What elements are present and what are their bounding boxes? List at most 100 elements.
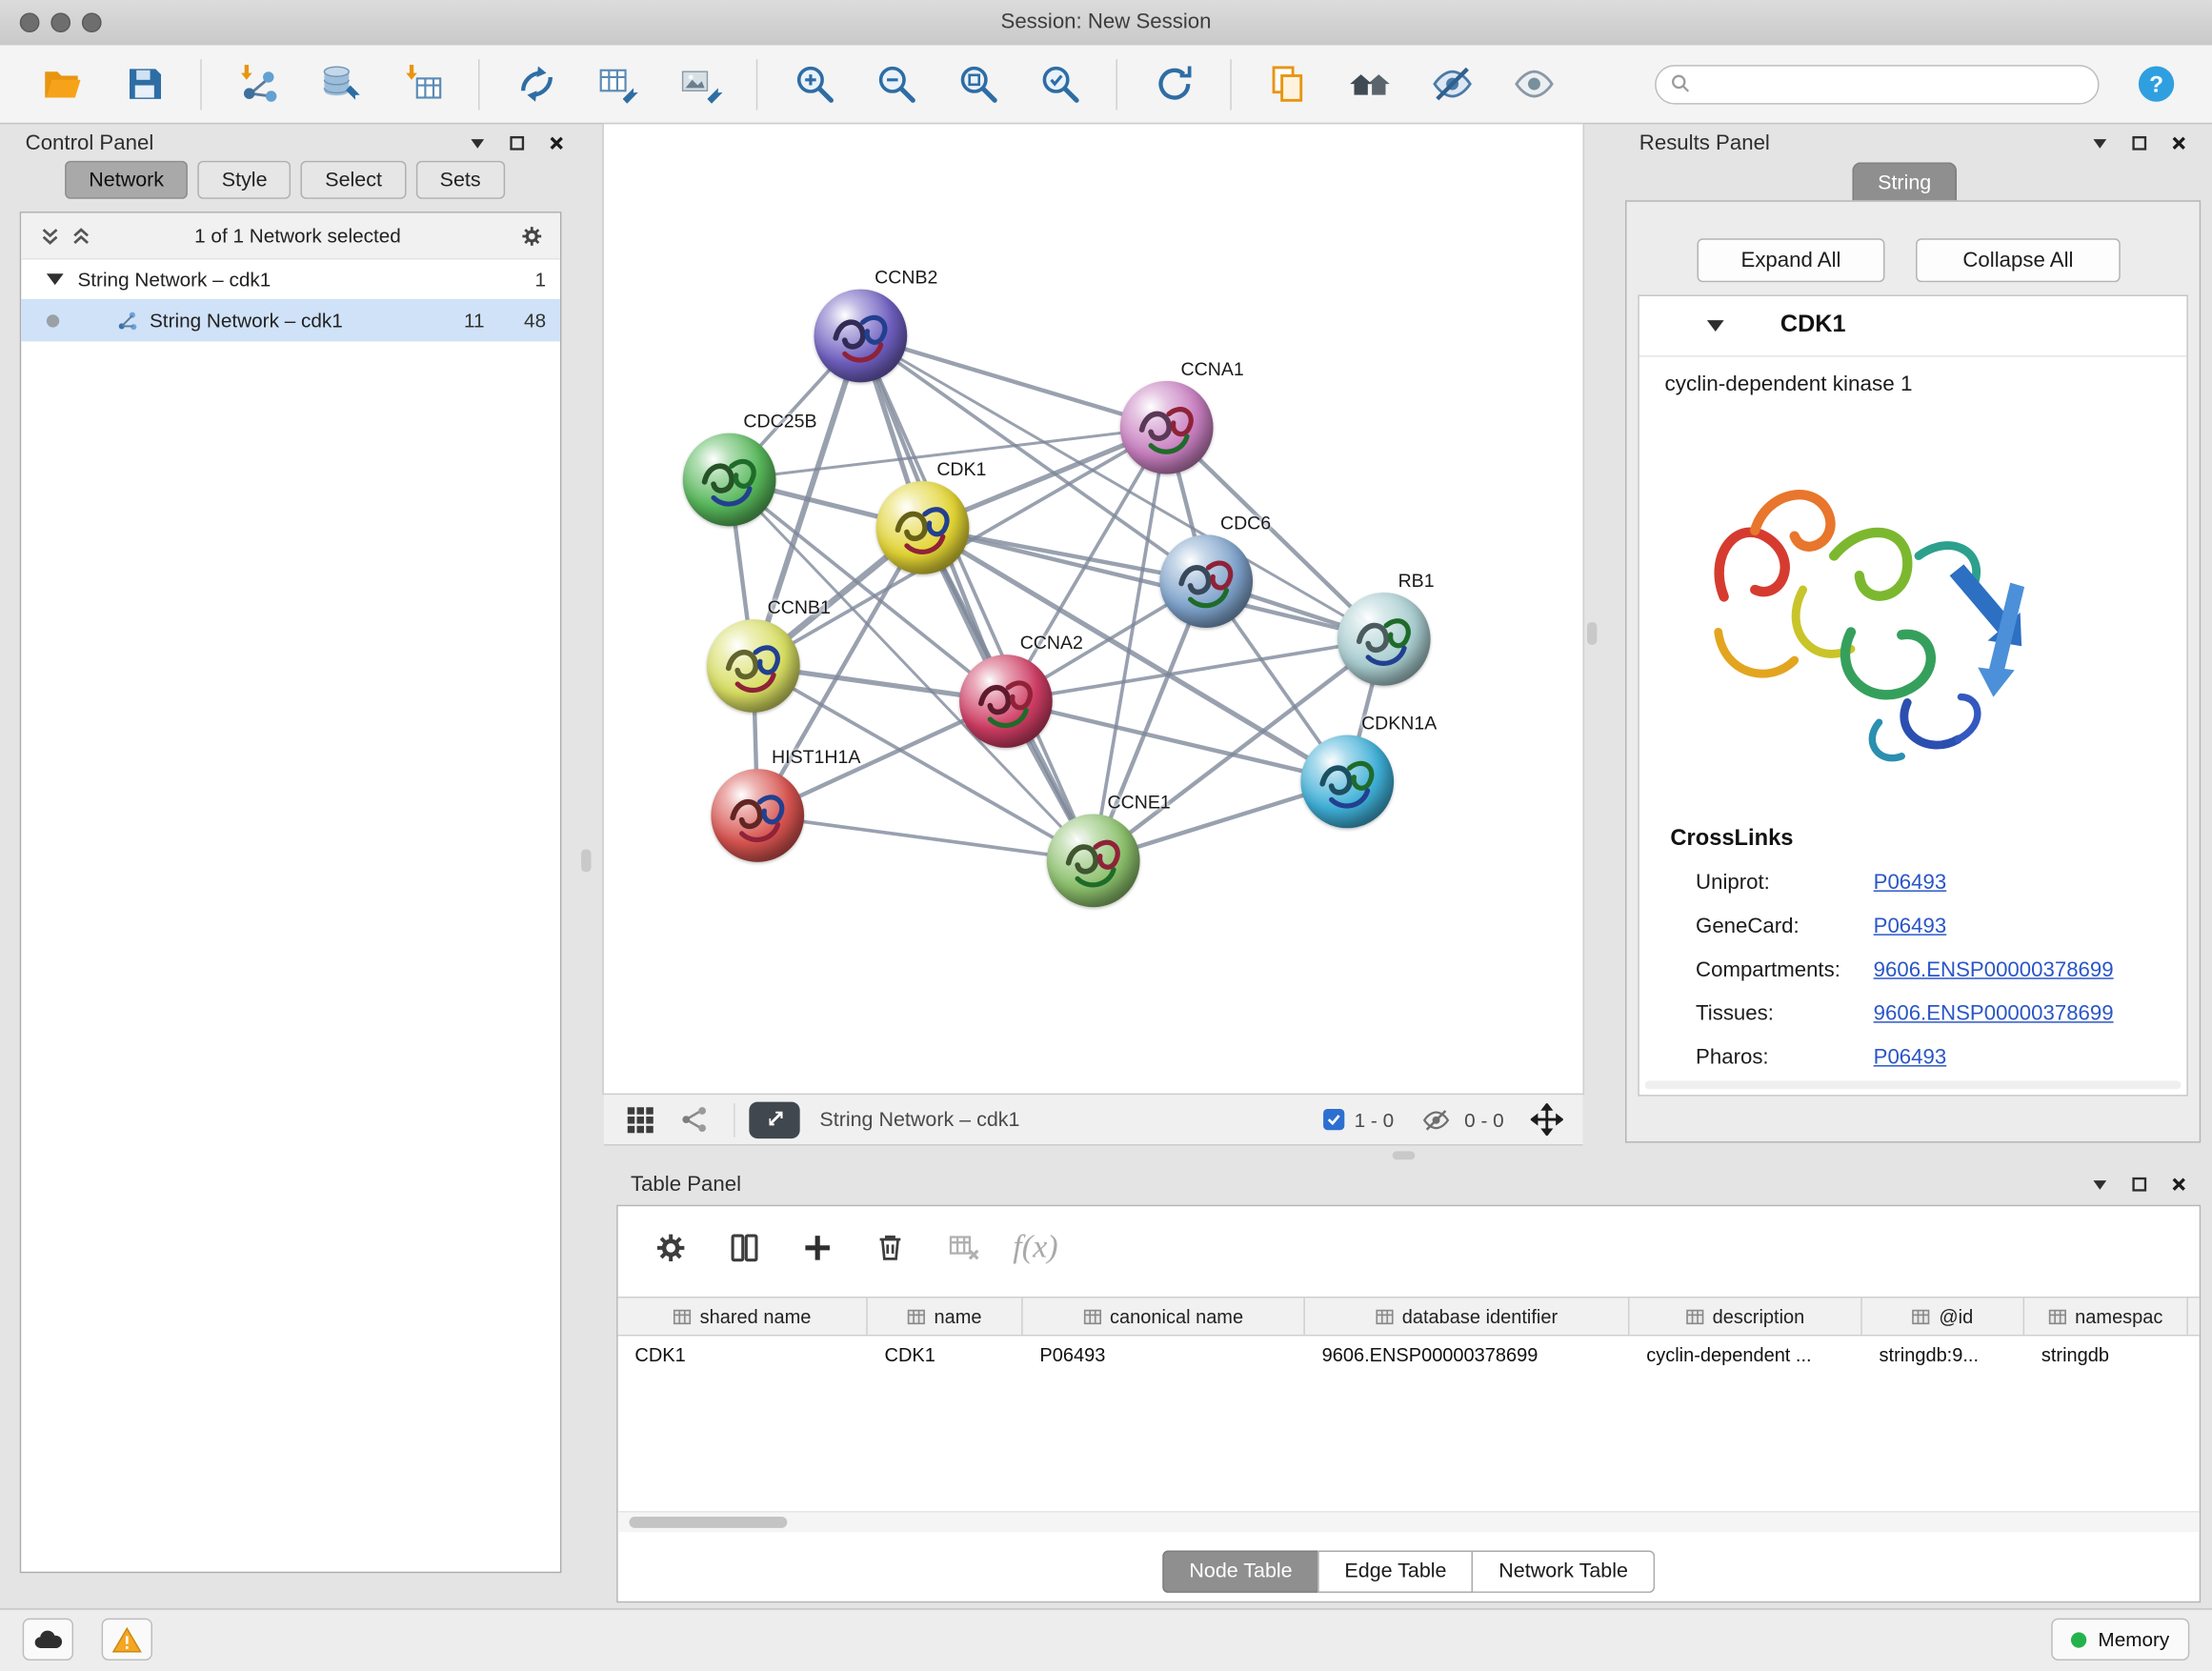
birds-eye-view-icon[interactable]	[621, 1099, 660, 1138]
maximize-panel-icon[interactable]	[505, 131, 528, 154]
refresh-icon[interactable]	[1148, 58, 1198, 109]
export-image-icon[interactable]	[674, 58, 725, 109]
collapse-all-button[interactable]: Collapse All	[1916, 238, 2121, 282]
crosslink-row: Pharos:P06493	[1639, 1038, 2187, 1082]
crosslink-link[interactable]: P06493	[1874, 915, 1947, 938]
copy-icon[interactable]	[1262, 58, 1313, 109]
zoom-out-icon[interactable]	[871, 58, 921, 109]
table-cell[interactable]: P06493	[1023, 1336, 1305, 1373]
crosslink-link[interactable]: 9606.ENSP00000378699	[1874, 1001, 2114, 1025]
save-session-icon[interactable]	[118, 58, 169, 109]
network-share-icon[interactable]	[674, 1099, 714, 1138]
network-canvas[interactable]: CCNB2CCNA1CDC25BCDK1CDC6RB1CCNB1CCNA2CDK…	[604, 124, 1583, 1093]
close-panel-icon[interactable]	[545, 131, 568, 154]
node-cdkn1a[interactable]	[1300, 735, 1394, 829]
import-table-icon[interactable]	[396, 58, 447, 109]
column-header-shared-name[interactable]: shared name	[618, 1298, 868, 1335]
home-pages-icon[interactable]	[1344, 58, 1395, 109]
hidden-count-label: 0 - 0	[1464, 1108, 1503, 1131]
table-cell[interactable]: stringdb	[2024, 1336, 2188, 1373]
tab-node-table[interactable]: Node Table	[1162, 1551, 1319, 1593]
selected-nodes-checkbox[interactable]	[1323, 1109, 1344, 1130]
network-collection-row[interactable]: String Network – cdk1 1	[21, 259, 560, 298]
search-input[interactable]	[1692, 72, 2084, 96]
collapse-all-networks-icon[interactable]	[38, 224, 61, 247]
column-header-name[interactable]: name	[868, 1298, 1023, 1335]
import-network-database-icon[interactable]	[314, 58, 365, 109]
float-results-icon[interactable]	[2088, 131, 2111, 154]
pan-crosshair-icon[interactable]	[1526, 1099, 1565, 1138]
column-header-database-identifier[interactable]: database identifier	[1305, 1298, 1630, 1335]
table-cell[interactable]: CDK1	[618, 1336, 868, 1373]
tab-edge-table[interactable]: Edge Table	[1317, 1551, 1473, 1593]
node-ccna1[interactable]	[1120, 381, 1214, 474]
node-label-rb1: RB1	[1398, 570, 1435, 591]
results-scrollbar[interactable]	[1645, 1080, 2182, 1089]
maximize-table-icon[interactable]	[2127, 1173, 2150, 1196]
close-results-icon[interactable]	[2167, 131, 2190, 154]
network-from-public-databases-icon[interactable]	[511, 58, 561, 109]
memory-button[interactable]: Memory	[2051, 1619, 2189, 1661]
tab-select[interactable]: Select	[301, 161, 406, 199]
bottom-splitter-handle[interactable]	[1393, 1151, 1416, 1159]
edge-h1-e1[interactable]	[757, 815, 1093, 860]
crosslink-link[interactable]: P06493	[1874, 1045, 1947, 1069]
open-in-new-window-icon[interactable]	[749, 1101, 799, 1138]
hide-selected-icon[interactable]	[1426, 58, 1477, 109]
node-cdc6[interactable]	[1159, 534, 1253, 628]
node-rb1[interactable]	[1337, 593, 1431, 686]
table-cell[interactable]: cyclin-dependent ...	[1629, 1336, 1861, 1373]
collection-expander-icon[interactable]	[47, 273, 64, 285]
cloud-button[interactable]	[23, 1619, 73, 1661]
network-options-gear-icon[interactable]	[520, 224, 543, 247]
tab-network[interactable]: Network	[65, 161, 188, 199]
crosslink-link[interactable]: P06493	[1874, 871, 1947, 895]
maximize-results-icon[interactable]	[2127, 131, 2150, 154]
node-ccnb2[interactable]	[814, 290, 907, 383]
zoom-selected-icon[interactable]	[1034, 58, 1084, 109]
column-header-description[interactable]: description	[1629, 1298, 1861, 1335]
right-splitter-handle[interactable]	[1587, 622, 1597, 645]
column-header-canonical-name[interactable]: canonical name	[1023, 1298, 1305, 1335]
delete-column-trash-icon[interactable]	[866, 1223, 914, 1271]
zoom-in-icon[interactable]	[789, 58, 839, 109]
zoom-fit-icon[interactable]	[953, 58, 1003, 109]
expand-all-button[interactable]: Expand All	[1698, 238, 1885, 282]
node-hist1h1a[interactable]	[711, 769, 804, 862]
node-ccnb1[interactable]	[707, 619, 800, 713]
edge-b2-e1[interactable]	[860, 335, 1093, 860]
open-session-icon[interactable]	[37, 58, 88, 109]
crosslink-link[interactable]: 9606.ENSP00000378699	[1874, 958, 2114, 982]
tab-string[interactable]: String	[1852, 162, 1957, 201]
float-panel-icon[interactable]	[466, 131, 489, 154]
table-options-gear-icon[interactable]	[646, 1223, 694, 1271]
tab-sets[interactable]: Sets	[415, 161, 504, 199]
node-ccna2[interactable]	[959, 654, 1053, 748]
create-column-plus-icon[interactable]	[793, 1223, 840, 1271]
node-ccne1[interactable]	[1047, 814, 1140, 907]
protein-expander-icon[interactable]	[1707, 320, 1724, 332]
tab-style[interactable]: Style	[198, 161, 292, 199]
protein-card-header[interactable]: CDK1	[1639, 296, 2187, 357]
column-header-namespac[interactable]: namespac	[2024, 1298, 2188, 1335]
edge-a2-k1a[interactable]	[1006, 701, 1347, 781]
left-splitter-handle[interactable]	[581, 850, 591, 873]
scrollbar-thumb[interactable]	[629, 1517, 787, 1528]
node-cdc25b[interactable]	[683, 433, 776, 527]
float-table-icon[interactable]	[2088, 1173, 2111, 1196]
show-all-icon[interactable]	[1508, 58, 1558, 109]
expand-all-networks-icon[interactable]	[70, 224, 92, 247]
column-header--id[interactable]: @id	[1862, 1298, 2024, 1335]
warnings-button[interactable]	[102, 1619, 152, 1661]
network-row[interactable]: String Network – cdk1 11 48	[21, 299, 560, 341]
table-cell[interactable]: stringdb:9...	[1862, 1336, 2024, 1373]
tab-network-table[interactable]: Network Table	[1472, 1551, 1655, 1593]
show-columns-icon[interactable]	[719, 1223, 767, 1271]
node-cdk1[interactable]	[876, 481, 970, 574]
close-table-icon[interactable]	[2167, 1173, 2190, 1196]
help-icon[interactable]: ?	[2130, 58, 2181, 109]
export-table-icon[interactable]	[593, 58, 643, 109]
table-cell[interactable]: 9606.ENSP00000378699	[1305, 1336, 1630, 1373]
table-cell[interactable]: CDK1	[868, 1336, 1023, 1373]
import-network-file-icon[interactable]	[232, 58, 283, 109]
